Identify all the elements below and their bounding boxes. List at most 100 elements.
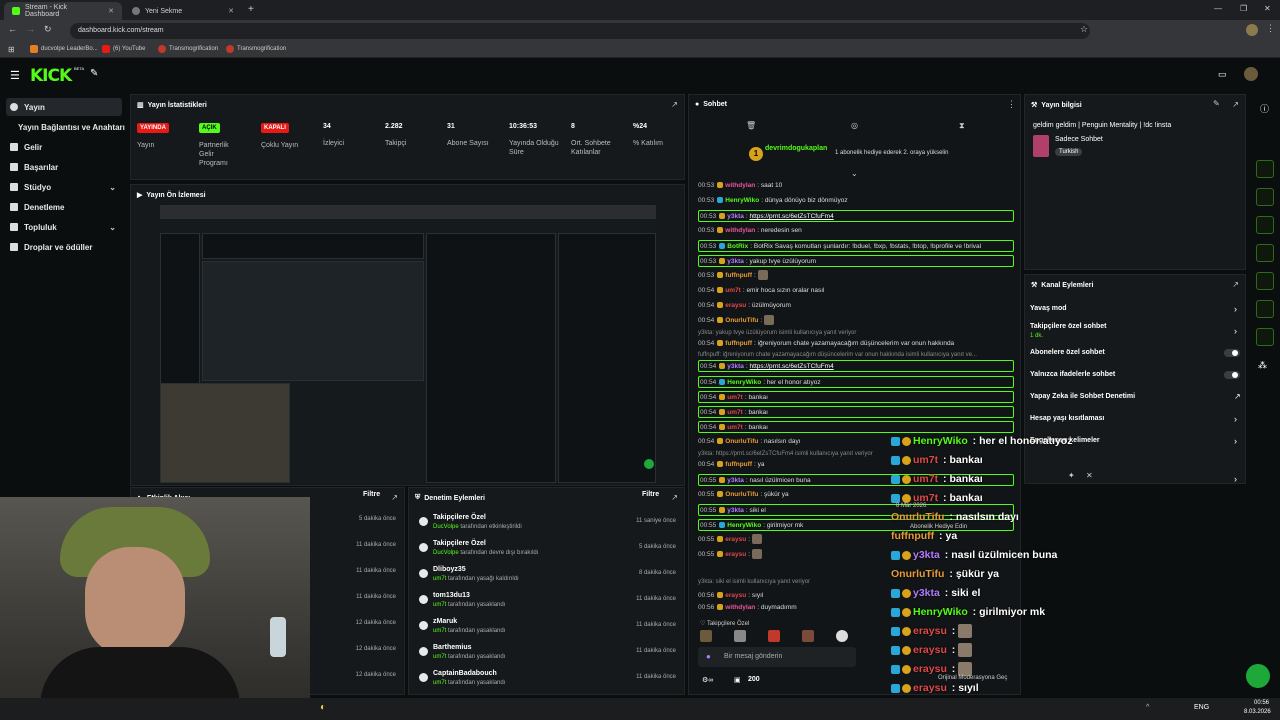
- filter-button[interactable]: Filtre: [363, 491, 380, 498]
- chat-username[interactable]: fuffnpuff: [725, 461, 752, 468]
- expand-icon[interactable]: ↗: [671, 493, 678, 502]
- close-icon[interactable]: ✕: [228, 7, 234, 15]
- chat-username[interactable]: um7t: [727, 424, 743, 431]
- new-tab-icon[interactable]: +: [248, 4, 254, 15]
- rail-more-icon[interactable]: ⁂: [1258, 360, 1267, 371]
- chevron-right-icon[interactable]: ›: [1234, 436, 1237, 446]
- chat-username[interactable]: withdylan: [725, 227, 755, 234]
- sidebar-item-studyo[interactable]: Stüdyo ⌄: [6, 178, 122, 196]
- chat-message[interactable]: 00:54 um7t: bankaı: [698, 406, 1014, 418]
- chat-message[interactable]: 00:55 OnurluTifu: şükür ya: [698, 489, 789, 501]
- subscribers-only-toggle[interactable]: [1224, 349, 1240, 357]
- chat-username[interactable]: um7t: [725, 287, 741, 294]
- minimize-icon[interactable]: —: [1214, 4, 1222, 13]
- hamburger-menu-icon[interactable]: ☰: [10, 69, 20, 82]
- emote-3[interactable]: [768, 630, 780, 642]
- chat-username[interactable]: OnurluTifu: [725, 491, 758, 498]
- chat-message[interactable]: 00:54 fuffnpuff: ya: [698, 459, 765, 471]
- settings-icon[interactable]: ⚙∞: [702, 676, 713, 684]
- rail-camera-button[interactable]: [1256, 160, 1274, 178]
- apps-icon[interactable]: ⊞: [8, 45, 15, 54]
- edit-icon[interactable]: ✎: [1213, 99, 1220, 108]
- chat-message[interactable]: 00:56 withdylan: duymadımm: [698, 602, 797, 614]
- chat-username[interactable]: HenryWiko: [727, 522, 761, 529]
- hourglass-icon[interactable]: ⧗: [959, 121, 965, 131]
- info-icon[interactable]: ⓘ: [1260, 102, 1269, 115]
- sidebar-item-topluluk[interactable]: Topluluk ⌄: [6, 218, 122, 236]
- stream-preview-video[interactable]: [160, 205, 656, 483]
- chevron-right-icon[interactable]: ›: [1234, 414, 1237, 424]
- chat-username[interactable]: HenryWiko: [725, 197, 759, 204]
- sidebar-item-gelir[interactable]: Gelir: [6, 138, 122, 156]
- chat-link[interactable]: https://prnt.sc/6etZsTCfuFm4: [750, 213, 834, 220]
- chat-username[interactable]: y3kta: [727, 258, 744, 265]
- chat-username[interactable]: OnurluTifu: [725, 317, 758, 324]
- chat-message[interactable]: 00:54 um7t: bankaı: [698, 391, 1014, 403]
- chat-username[interactable]: y3kta: [727, 477, 744, 484]
- profile-avatar[interactable]: [1246, 24, 1258, 36]
- sidebar-item-basarilar[interactable]: Başarılar: [6, 158, 122, 176]
- chat-username[interactable]: withdylan: [725, 604, 755, 611]
- reload-icon[interactable]: ↻: [44, 24, 52, 35]
- chevron-right-icon[interactable]: ›: [1234, 326, 1237, 336]
- chat-username[interactable]: eraysu: [725, 536, 746, 543]
- chat-message[interactable]: 00:56 eraysu: sıyıl: [698, 590, 763, 602]
- sidebar-item-stream-key[interactable]: Yayın Bağlantısı ve Anahtarı: [14, 118, 130, 136]
- chat-username[interactable]: y3kta: [727, 213, 744, 220]
- close-icon[interactable]: ✕: [108, 7, 114, 15]
- chat-message[interactable]: 00:55 eraysu:: [698, 534, 764, 546]
- chat-username[interactable]: y3kta: [727, 363, 744, 370]
- chat-message[interactable]: 00:53 withdylan: saat 10: [698, 180, 782, 192]
- expand-icon[interactable]: ↗: [1232, 100, 1239, 109]
- rail-tools-button[interactable]: [1256, 328, 1274, 346]
- chat-message[interactable]: 00:54 y3kta: https://prnt.sc/6etZsTCfuFm4: [698, 360, 1014, 372]
- url-input[interactable]: dashboard.kick.com/stream: [70, 23, 1090, 39]
- chat-message[interactable]: 00:53 BotRix: BotRix Savaş komutları şunl…: [698, 240, 1014, 252]
- chat-message[interactable]: 00:53 HenryWiko: dünya dönüyo biz dönmüyo…: [698, 195, 848, 207]
- chat-message[interactable]: 00:54 HenryWiko: her el honor atıyoz: [698, 376, 1014, 388]
- emote-4[interactable]: [802, 630, 814, 642]
- chat-message[interactable]: 00:53 y3kta: yakup tvye üzülüyorum: [698, 255, 1014, 267]
- window-close-icon[interactable]: ✕: [1264, 4, 1271, 13]
- chat-message[interactable]: 00:54 OnurluTifu:: [698, 315, 776, 327]
- monitor-icon[interactable]: ▭: [1218, 69, 1227, 80]
- rail-trash-button[interactable]: [1256, 216, 1274, 234]
- chat-username[interactable]: OnurluTifu: [725, 438, 758, 445]
- chat-message[interactable]: 00:54 um7t: emir hoca sızın oralar nasıl: [698, 285, 824, 297]
- chat-message[interactable]: 00:54 OnurluTifu: nasılsın dayı: [698, 436, 801, 448]
- chat-message[interactable]: 00:53 y3kta: https://prnt.sc/6etZsTCfuFm4: [698, 210, 1014, 222]
- chat-username[interactable]: um7t: [727, 394, 743, 401]
- tray-chevron-icon[interactable]: ^: [1146, 704, 1149, 711]
- user-avatar[interactable]: [1244, 67, 1258, 81]
- emote-5[interactable]: [836, 630, 848, 642]
- chat-username[interactable]: withdylan: [725, 182, 755, 189]
- bookmark-star-icon[interactable]: ☆: [1080, 24, 1088, 35]
- chat-username[interactable]: HenryWiko: [727, 379, 761, 386]
- chat-username[interactable]: um7t: [727, 409, 743, 416]
- trash-icon[interactable]: 🗑: [746, 121, 756, 130]
- pin-icon[interactable]: ✎: [90, 68, 98, 79]
- chat-message[interactable]: 00:55 eraysu:: [698, 549, 764, 561]
- floating-chat-button[interactable]: [1246, 664, 1270, 688]
- emote-1[interactable]: [700, 630, 712, 642]
- chat-input[interactable]: ● Bir mesaj gönderin: [698, 647, 856, 667]
- chat-username[interactable]: eraysu: [725, 592, 746, 599]
- bookmark-item[interactable]: Transmogrification: [158, 45, 218, 53]
- rail-chat-button[interactable]: [1256, 244, 1274, 262]
- category-name[interactable]: Sadece Sohbet: [1055, 136, 1103, 143]
- chat-username[interactable]: BotRix: [727, 243, 748, 250]
- taskbar-app-icon[interactable]: ◐: [320, 702, 326, 713]
- forward-icon[interactable]: →: [26, 24, 35, 34]
- chat-username[interactable]: y3kta: [727, 507, 744, 514]
- bookmark-item[interactable]: (6) YouTube: [102, 45, 145, 53]
- chat-username[interactable]: fuffnpuff: [725, 272, 752, 279]
- sidebar-item-droplar[interactable]: Droplar ve ödüller: [6, 238, 122, 256]
- external-link-icon[interactable]: ↗: [1234, 392, 1241, 401]
- chat-icon[interactable]: ◎: [851, 121, 858, 130]
- chat-message[interactable]: 00:54 eraysu: üzülmüyorum: [698, 300, 791, 312]
- chat-username[interactable]: fuffnpuff: [725, 340, 752, 347]
- chat-username[interactable]: eraysu: [725, 551, 746, 558]
- back-icon[interactable]: ←: [8, 24, 17, 34]
- filter-button[interactable]: Filtre: [642, 491, 659, 498]
- rail-stats-button[interactable]: [1256, 272, 1274, 290]
